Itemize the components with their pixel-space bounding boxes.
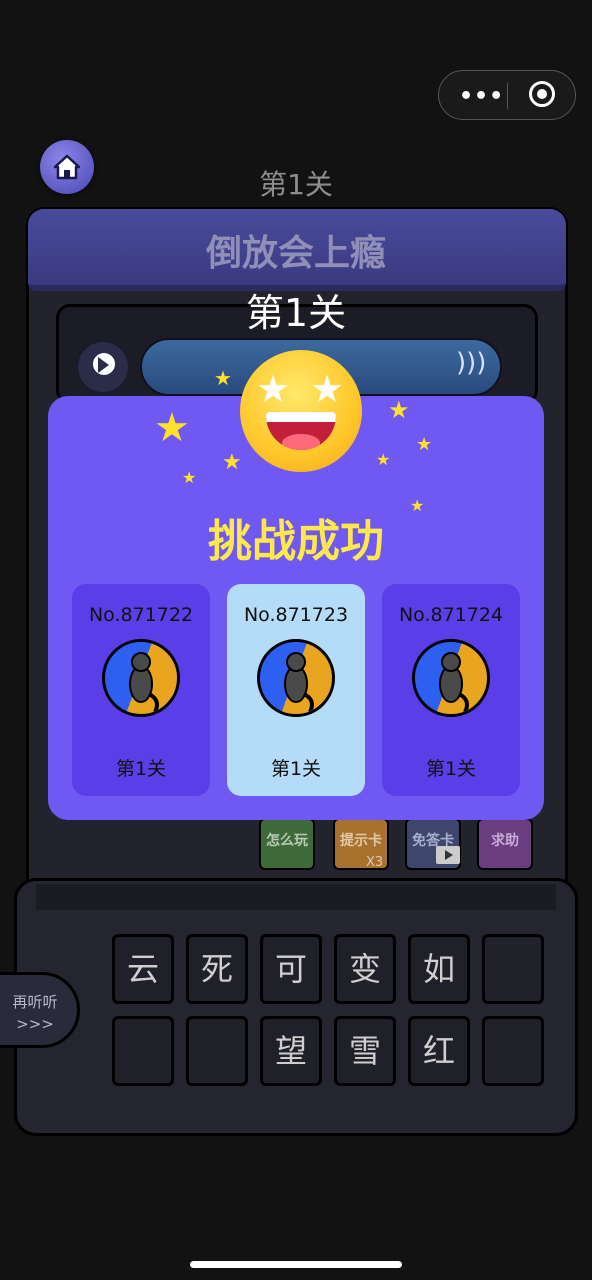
lemur-badge-icon: [257, 639, 335, 717]
card-number: No.871723: [243, 604, 349, 626]
star-eye-icon: ★: [310, 367, 345, 411]
lemur-badge-icon: [102, 639, 180, 717]
video-icon: [436, 846, 460, 864]
key[interactable]: 雪: [334, 1016, 396, 1086]
play-icon: [98, 357, 109, 373]
success-title: 挑战成功: [208, 516, 384, 567]
level-card[interactable]: No.871722 第1关: [72, 584, 210, 796]
key[interactable]: 如: [408, 934, 470, 1004]
home-indicator[interactable]: [190, 1261, 402, 1268]
capsule-separator: [507, 83, 508, 109]
key[interactable]: 红: [408, 1016, 470, 1086]
card-level: 第1关: [270, 758, 322, 780]
level-label: 第1关: [259, 168, 333, 201]
key-empty[interactable]: [482, 1016, 544, 1086]
card-level: 第1关: [425, 758, 477, 780]
game-title: 倒放会上瘾: [205, 233, 386, 274]
key[interactable]: 望: [260, 1016, 322, 1086]
hint-count: X3: [366, 855, 384, 870]
star-icon: ★: [214, 366, 232, 390]
star-icon: ★: [182, 468, 197, 487]
sound-wave-icon: ))): [456, 348, 487, 378]
key[interactable]: 云: [112, 934, 174, 1004]
level-card[interactable]: No.871724 第1关: [382, 584, 520, 796]
emoji-mouth: [266, 412, 336, 450]
more-dots-icon[interactable]: •••: [459, 84, 504, 109]
star-icon: ★: [222, 450, 242, 475]
card-level: 第1关: [115, 758, 167, 780]
relisten-arrows: >>>: [16, 1015, 54, 1033]
target-icon[interactable]: [529, 81, 555, 107]
star-icon: ★: [154, 405, 190, 451]
keyboard-top-strip: [36, 884, 556, 910]
star-eyes-emoji-icon: ★ ★: [240, 350, 362, 472]
star-icon: ★: [388, 396, 410, 424]
key[interactable]: 变: [334, 934, 396, 1004]
answer-keyboard: [14, 878, 578, 1136]
relisten-button[interactable]: 再听听 >>>: [0, 972, 80, 1048]
card-number: No.871722: [88, 604, 194, 626]
star-icon: ★: [376, 450, 391, 469]
relisten-label: 再听听: [12, 993, 58, 1011]
key-empty[interactable]: [112, 1016, 174, 1086]
level-card-selected[interactable]: No.871723 第1关: [227, 584, 365, 796]
lemur-badge-icon: [412, 639, 490, 717]
overlay-level-label: 第1关: [245, 291, 347, 335]
card-number: No.871724: [398, 604, 504, 626]
help-button[interactable]: 求助: [477, 818, 533, 870]
how-to-play-button[interactable]: 怎么玩: [259, 818, 315, 870]
star-eye-icon: ★: [256, 367, 291, 411]
key-empty[interactable]: [186, 1016, 248, 1086]
star-icon: ★: [416, 434, 433, 455]
key-empty[interactable]: [482, 934, 544, 1004]
key[interactable]: 可: [260, 934, 322, 1004]
key[interactable]: 死: [186, 934, 248, 1004]
mini-program-capsule: •••: [438, 70, 576, 120]
